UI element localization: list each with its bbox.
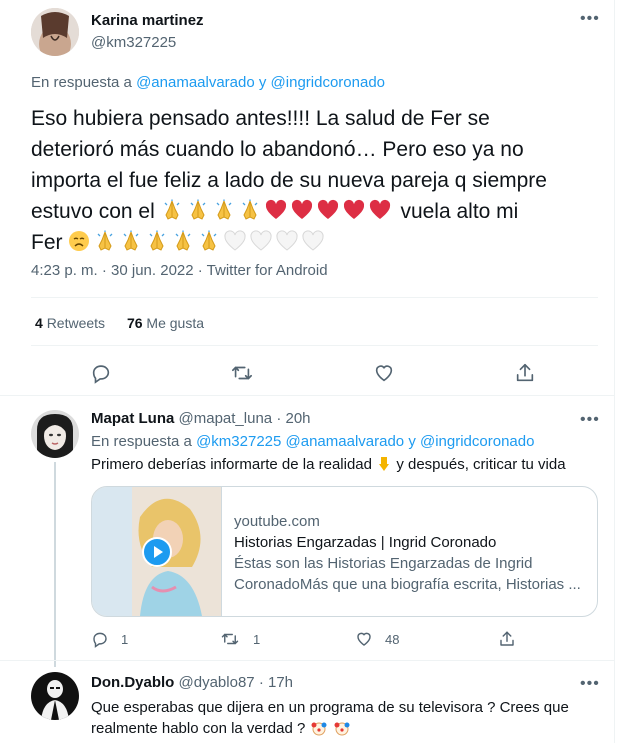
folded-hands-emoji-icon bbox=[198, 230, 220, 252]
link-card-thumbnail[interactable] bbox=[92, 487, 221, 616]
link-card-description: Éstas son las Historias Engarzadas de In… bbox=[234, 555, 533, 572]
retweet-action[interactable]: 1 bbox=[221, 630, 260, 648]
tweet-text-line: Fer bbox=[31, 227, 611, 258]
play-button-icon[interactable] bbox=[142, 537, 172, 567]
author-name[interactable]: Karina martinez bbox=[91, 12, 204, 29]
clown-face-emoji-icon bbox=[311, 720, 327, 736]
reply-context: En respuesta a @anamaalvarado y @ingridc… bbox=[31, 74, 385, 91]
tweet-timestamp[interactable]: 4:23 p. m. · 30 jun. 2022 · Twitter for … bbox=[31, 262, 328, 279]
reply-text: Primero deberías informarte de la realid… bbox=[91, 456, 566, 473]
share-icon[interactable] bbox=[514, 362, 536, 384]
link-card-divider bbox=[221, 487, 222, 616]
reply-header: Mapat Luna @mapat_luna · 20h bbox=[91, 410, 311, 427]
emoji-row bbox=[161, 199, 395, 223]
white-heart-emoji-icon bbox=[302, 230, 324, 252]
reply-header: Don.Dyablo @dyablo87 · 17h bbox=[91, 674, 293, 691]
like-action[interactable]: 48 bbox=[355, 630, 399, 648]
timeline-panel: Karina martinez @km327225 ••• En respues… bbox=[0, 0, 615, 743]
folded-hands-emoji-icon bbox=[213, 199, 235, 221]
reply-author-avatar[interactable] bbox=[31, 410, 79, 458]
tweet-text-segment: Fer bbox=[31, 231, 63, 254]
tweet-text-line: estuvo con el vuela alto mi bbox=[31, 196, 611, 227]
reply-text-segment: Primero deberías informarte de la realid… bbox=[91, 456, 372, 473]
likes-count: 76 bbox=[126, 315, 143, 331]
reply-time[interactable]: · 20h bbox=[276, 410, 310, 427]
tweet-text: Eso hubiera pensado antes!!!! La salud d… bbox=[31, 103, 611, 258]
reply-action[interactable]: 1 bbox=[91, 630, 128, 648]
red-heart-emoji-icon bbox=[317, 199, 339, 221]
likes-label: Me gusta bbox=[146, 315, 204, 331]
white-heart-emoji-icon bbox=[224, 230, 246, 252]
emoji-row bbox=[68, 230, 328, 254]
author-handle[interactable]: @km327225 bbox=[91, 34, 176, 51]
reply-to-link[interactable]: @anamaalvarado y @ingridcoronado bbox=[136, 74, 385, 91]
more-options-icon[interactable]: ••• bbox=[580, 11, 600, 27]
reply-author-name[interactable]: Don.Dyablo bbox=[91, 674, 174, 691]
red-heart-emoji-icon bbox=[265, 199, 287, 221]
reply-text-segment: y después, criticar tu vida bbox=[396, 456, 566, 473]
folded-hands-emoji-icon bbox=[172, 230, 194, 252]
clown-face-emoji-icon bbox=[334, 720, 350, 736]
share-icon[interactable] bbox=[498, 630, 516, 648]
white-heart-emoji-icon bbox=[250, 230, 272, 252]
retweet-icon[interactable] bbox=[221, 630, 239, 648]
more-options-icon[interactable]: ••• bbox=[580, 676, 600, 692]
retweets-stat[interactable]: 4 Retweets bbox=[35, 315, 109, 331]
reply-icon[interactable] bbox=[90, 362, 112, 384]
tweet-text-line: deterioró más cuando lo abandonó… Pero e… bbox=[31, 138, 524, 161]
reply-author-handle[interactable]: @dyablo87 bbox=[179, 674, 255, 691]
author-avatar[interactable] bbox=[31, 8, 79, 56]
link-card-description: CoronadoMás que una biografía escrita, H… bbox=[234, 576, 581, 593]
disappointed-face-emoji-icon bbox=[68, 230, 90, 252]
tweet-text-line: Eso hubiera pensado antes!!!! La salud d… bbox=[31, 107, 490, 130]
folded-hands-emoji-icon bbox=[187, 199, 209, 221]
link-card-info: youtube.com Historias Engarzadas | Ingri… bbox=[234, 511, 581, 595]
retweet-icon[interactable] bbox=[231, 362, 253, 384]
folded-hands-emoji-icon bbox=[161, 199, 183, 221]
reply-text-line: Que esperabas que dijera en un programa … bbox=[91, 699, 569, 716]
divider bbox=[31, 345, 598, 346]
reply-count: 1 bbox=[121, 631, 129, 647]
divider bbox=[31, 297, 598, 298]
retweet-count: 1 bbox=[253, 631, 261, 647]
tweet-text-line: importa el fue feliz a lado de su nueva … bbox=[31, 169, 547, 192]
reply-to-link[interactable]: @km327225 @anamaalvarado y @ingridcorona… bbox=[196, 433, 534, 450]
reply-author-avatar[interactable] bbox=[31, 672, 79, 720]
link-card-domain: youtube.com bbox=[234, 513, 320, 530]
thread-line bbox=[54, 462, 56, 667]
reply-text-segment: realmente hablo con la verdad ? bbox=[91, 720, 306, 737]
more-options-icon[interactable]: ••• bbox=[580, 412, 600, 428]
reply-icon[interactable] bbox=[91, 630, 109, 648]
like-icon[interactable] bbox=[373, 362, 395, 384]
reply-prefix: En respuesta a bbox=[91, 433, 192, 450]
retweets-label: Retweets bbox=[46, 315, 106, 331]
red-heart-emoji-icon bbox=[343, 199, 365, 221]
likes-stat[interactable]: 76 Me gusta bbox=[127, 315, 204, 331]
like-icon[interactable] bbox=[355, 630, 373, 648]
link-card[interactable]: youtube.com Historias Engarzadas | Ingri… bbox=[91, 486, 598, 617]
pointing-down-emoji-icon bbox=[376, 456, 392, 472]
divider bbox=[0, 660, 614, 661]
folded-hands-emoji-icon bbox=[120, 230, 142, 252]
link-card-title: Historias Engarzadas | Ingrid Coronado bbox=[234, 534, 497, 551]
reply-author-handle[interactable]: @mapat_luna bbox=[179, 410, 273, 427]
tweet-text-segment: vuela alto mi bbox=[400, 200, 519, 223]
red-heart-emoji-icon bbox=[369, 199, 391, 221]
red-heart-emoji-icon bbox=[291, 199, 313, 221]
reply-context: En respuesta a @km327225 @anamaalvarado … bbox=[91, 433, 534, 450]
reply-author-name[interactable]: Mapat Luna bbox=[91, 410, 174, 427]
divider bbox=[0, 395, 614, 396]
reply-time[interactable]: · 17h bbox=[259, 674, 293, 691]
like-count: 48 bbox=[385, 631, 400, 647]
reply-text-line: realmente hablo con la verdad ? bbox=[91, 718, 569, 739]
engagement-stats: 4 Retweets 76 Me gusta bbox=[35, 315, 204, 331]
folded-hands-emoji-icon bbox=[94, 230, 116, 252]
folded-hands-emoji-icon bbox=[146, 230, 168, 252]
retweets-count: 4 bbox=[35, 315, 43, 331]
reply-prefix: En respuesta a bbox=[31, 74, 132, 91]
reply-text: Que esperabas que dijera en un programa … bbox=[91, 697, 569, 739]
folded-hands-emoji-icon bbox=[239, 199, 261, 221]
white-heart-emoji-icon bbox=[276, 230, 298, 252]
tweet-text-segment: estuvo con el bbox=[31, 200, 155, 223]
